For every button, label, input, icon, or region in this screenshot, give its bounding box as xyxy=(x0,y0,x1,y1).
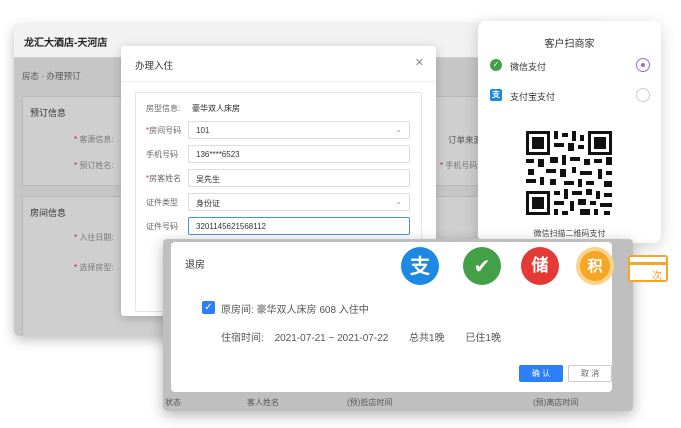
alipay-option[interactable]: 支 支付宝支付 xyxy=(490,88,650,104)
cancel-button[interactable]: 取 消 xyxy=(568,365,612,382)
room-type-value: 豪华双人床房 xyxy=(192,104,240,113)
qr-panel-title: 客户扫商家 xyxy=(544,39,595,50)
checkout-dialog: 退房 ✓ 原房间: 豪华双人床房 608 入住中 住宿时间: 2021-07-2… xyxy=(163,239,633,411)
booking-section-title: 预订信息 xyxy=(30,108,67,118)
room-checkbox[interactable]: ✓ xyxy=(202,301,215,314)
order-source-label: 订单来源 xyxy=(448,135,483,145)
id-type-row: 证件类型 身份证 ⌄ xyxy=(136,193,421,211)
id-type-value: 身份证 xyxy=(196,199,220,208)
stay-label: 住宿时间: xyxy=(221,333,264,344)
qr-caption: 微信扫描二维码支付 xyxy=(533,229,606,238)
phone-label: 手机号码 xyxy=(146,150,178,159)
id-no-row: 证件号码 3201145621568112 xyxy=(136,217,421,235)
id-type-select[interactable]: 身份证 ⌄ xyxy=(188,193,410,211)
guest-name-input[interactable]: 吴先生 xyxy=(188,169,410,187)
total-nights: 总共1晚 xyxy=(409,333,445,344)
guest-name-row: 房客姓名 吴先生 xyxy=(136,169,421,187)
checkout-title: 退房 xyxy=(185,260,205,271)
alipay-icon[interactable]: 支 xyxy=(401,247,439,285)
chevron-down-icon: ⌄ xyxy=(395,125,402,134)
checkin-dialog-title: 办理入住 xyxy=(121,46,436,82)
phone-input[interactable]: 136****6523 xyxy=(188,145,410,163)
wechat-radio[interactable] xyxy=(636,58,650,72)
breadcrumb[interactable]: 房态 · 办理预订 xyxy=(22,70,81,82)
stored-value-icon[interactable]: 储 xyxy=(521,247,559,285)
guest-source-label: 客源信息: xyxy=(74,134,113,145)
room-no-row: 房间号码 101 ⌄ xyxy=(136,121,421,139)
qr-code xyxy=(524,129,614,217)
room-no-value: 101 xyxy=(196,126,210,135)
card-stripe xyxy=(630,262,666,265)
alipay-small-icon: 支 xyxy=(490,89,502,101)
wechat-pay-option[interactable]: ✓ 微信支付 xyxy=(490,58,650,74)
room-no-label: 房间号码 xyxy=(146,125,181,136)
phone-label-bg: 手机号码 xyxy=(440,160,477,171)
select-type-label: 选择房型: xyxy=(74,262,113,273)
room-section-title: 房间信息 xyxy=(30,208,67,218)
table-header: 状态 客人姓名 (预)抵店时间 (预)离店时间 xyxy=(163,392,633,411)
times-card-icon[interactable]: 次 xyxy=(628,255,668,282)
status-col: 状态 xyxy=(165,398,181,407)
phone-row: 手机号码 136****6523 xyxy=(136,145,421,163)
room-type-row: 房型信息: 豪华双人床房 xyxy=(136,99,421,117)
room-no-select[interactable]: 101 ⌄ xyxy=(188,121,410,139)
id-no-input[interactable]: 3201145621568112 xyxy=(188,217,410,235)
arrival-col: (预)抵店时间 xyxy=(347,398,393,407)
stay-range: 2021-07-21 ~ 2021-07-22 xyxy=(274,333,389,344)
confirm-button[interactable]: 确 认 xyxy=(519,365,563,382)
wechat-pay-icon[interactable]: ✔ xyxy=(463,247,501,285)
wechat-icon: ✓ xyxy=(490,59,502,71)
guest-name-col: 客人姓名 xyxy=(247,398,279,407)
qr-payment-panel: 客户扫商家 ✓ 微信支付 支 支付宝支付 微信扫描二维码支付 xyxy=(478,21,661,243)
departure-col: (预)离店时间 xyxy=(533,398,579,407)
room-type-label: 房型信息: xyxy=(146,104,181,113)
id-no-label: 证件号码 xyxy=(146,222,178,231)
id-type-label: 证件类型 xyxy=(146,198,178,207)
guest-name-label: 房客姓名 xyxy=(146,173,181,184)
alipay-radio[interactable] xyxy=(636,88,650,102)
alipay-label: 支付宝支付 xyxy=(510,92,556,102)
close-icon[interactable]: ✕ xyxy=(415,56,424,69)
wechat-pay-label: 微信支付 xyxy=(510,62,547,72)
checkin-date-label: 入住日期: xyxy=(74,232,113,243)
points-icon[interactable]: 积 xyxy=(576,247,614,285)
chevron-down-icon: ⌄ xyxy=(395,197,402,206)
booker-name-label: 预订姓名: xyxy=(74,160,113,171)
original-room-text: 原房间: 豪华双人床房 608 入住中 xyxy=(221,305,369,316)
stay-time-row: 住宿时间: 2021-07-21 ~ 2021-07-22 总共1晚 已住1晚 xyxy=(221,329,501,344)
stayed-nights: 已住1晚 xyxy=(465,333,501,344)
